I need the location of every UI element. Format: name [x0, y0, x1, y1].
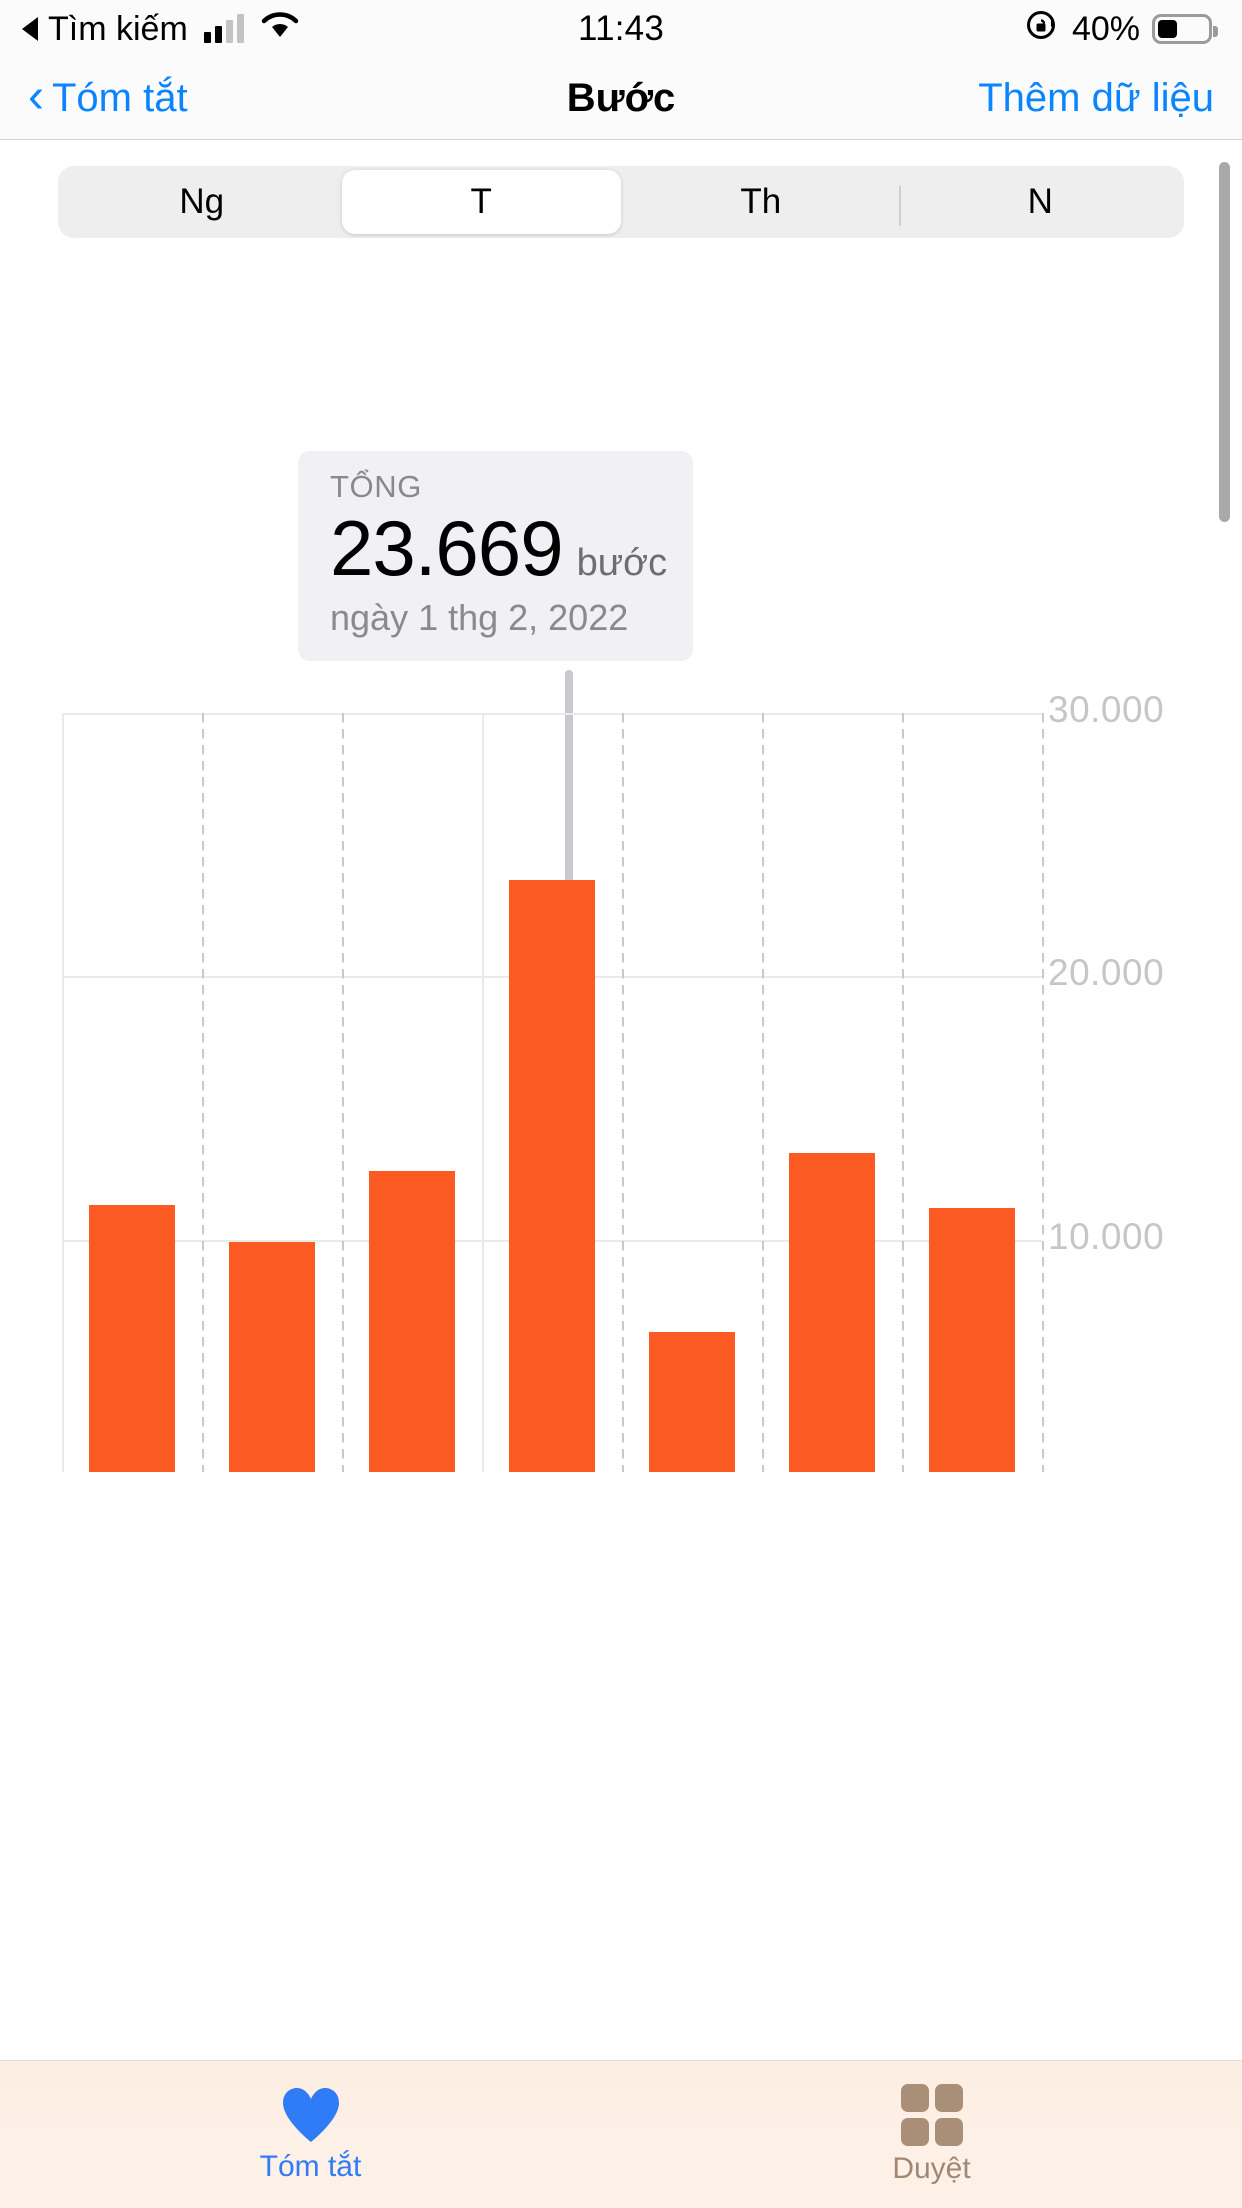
scroll-content: Ng T Th N TỔNG 23.669 bước ngày 1 thg 2,…	[0, 140, 1242, 1472]
tab-browse[interactable]: Duyệt	[621, 2061, 1242, 2208]
total-value-row: 23.669 bước	[330, 509, 667, 587]
battery-icon	[1152, 14, 1218, 44]
chart-bar[interactable]	[789, 1152, 875, 1472]
navigation-bar: ‹ Tóm tắt Bước Thêm dữ liệu	[0, 58, 1242, 140]
tab-summary-label: Tóm tắt	[259, 2149, 362, 2183]
total-unit: bước	[576, 542, 668, 584]
status-bar-clock: 11:43	[578, 9, 664, 48]
segment-month[interactable]: Th	[621, 170, 901, 234]
chevron-left-icon: ‹	[28, 69, 44, 123]
tab-bar: Tóm tắt Duyệt	[0, 2060, 1242, 2208]
back-button-label: Tóm tắt	[51, 76, 188, 120]
segment-year-label: N	[1027, 182, 1053, 221]
total-value: 23.669	[330, 504, 564, 592]
chart-bar[interactable]	[229, 1242, 315, 1472]
add-data-button[interactable]: Thêm dữ liệu	[978, 76, 1214, 121]
segment-week[interactable]: T	[341, 170, 621, 234]
segment-week-label: T	[470, 182, 492, 221]
chart-bar[interactable]	[89, 1205, 175, 1472]
segment-year[interactable]: N	[901, 170, 1181, 234]
segment-day[interactable]: Ng	[62, 170, 342, 234]
y-axis-tick-label: 30.000	[1048, 689, 1165, 730]
range-segmented-control-wrapper: Ng T Th N	[0, 140, 1242, 238]
status-bar: Tìm kiếm 11:43 40%	[0, 0, 1242, 58]
tab-summary[interactable]: Tóm tắt	[0, 2061, 621, 2208]
chart-bar[interactable]	[649, 1331, 735, 1472]
back-button[interactable]: ‹ Tóm tắt	[28, 69, 188, 123]
tab-browse-label: Duyệt	[892, 2151, 971, 2185]
segment-day-label: Ng	[179, 182, 225, 221]
heart-icon	[280, 2086, 342, 2144]
total-date: ngày 1 thg 2, 2022	[330, 597, 629, 638]
y-axis-tick-label: 20.000	[1048, 952, 1165, 994]
chart-bars	[62, 713, 1042, 1472]
chart-bar[interactable]	[369, 1171, 455, 1472]
vertical-gridline	[1042, 713, 1044, 1472]
range-segmented-control[interactable]: Ng T Th N	[58, 166, 1184, 238]
chart-bar[interactable]	[509, 879, 595, 1472]
total-value-card: TỔNG 23.669 bước ngày 1 thg 2, 2022	[298, 451, 694, 661]
chart-y-axis: 010.00020.00030.000	[1048, 689, 1238, 1472]
steps-bar-chart[interactable]	[62, 713, 1044, 1472]
y-axis-tick-label: 10.000	[1048, 1215, 1165, 1257]
segment-month-label: Th	[740, 182, 782, 221]
grid-icon	[900, 2083, 963, 2146]
total-label: TỔNG	[330, 469, 422, 504]
chart-bar[interactable]	[929, 1208, 1015, 1472]
vertical-scrollbar[interactable]	[1219, 162, 1230, 522]
